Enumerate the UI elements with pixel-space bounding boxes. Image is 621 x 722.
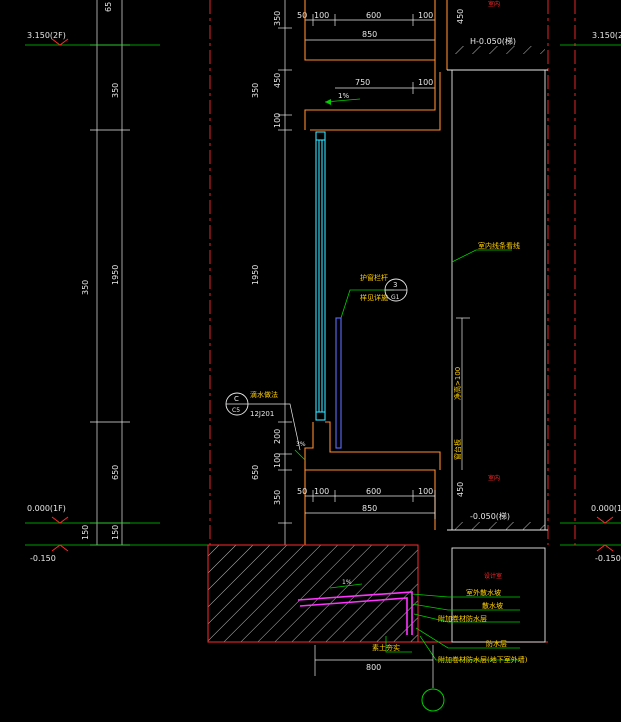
dim-650: 650 — [111, 465, 120, 480]
bubble-top-num: 3 — [393, 281, 397, 289]
dim-100-750: 100 — [418, 78, 433, 87]
level-markers-right: 3.150(2F 0.000(1 -0.150 — [560, 31, 621, 563]
dim-inner-650: 650 — [251, 465, 260, 480]
level-2f-right: 3.150(2F — [592, 31, 621, 40]
vert-label: 净高>100 — [453, 367, 462, 400]
dim-100-top: 100 — [314, 11, 329, 20]
vert-label-2: 窗台板 — [453, 439, 462, 460]
legend-6: 附加卷材防水层(地下室外墙) — [438, 655, 528, 664]
legend-leaders — [411, 593, 520, 661]
mid-red-label: 室内 — [488, 474, 500, 482]
below-label: 素土夯实 — [372, 643, 400, 652]
dim-inner-450: 450 — [273, 73, 282, 88]
dim-inner-350-c: 350 — [273, 490, 282, 505]
guardrail-label: 护窗栏杆 — [360, 273, 388, 282]
right-wall-leader: 室内线条看线 — [451, 241, 520, 263]
cad-drawing-canvas[interactable]: 65 350 350 1950 650 150 150 3.150(2F) 0.… — [0, 0, 621, 722]
dim-100r-bot: 100 — [418, 487, 433, 496]
dim-350-inner: 350 — [111, 83, 120, 98]
dim-850-bot: 850 — [362, 504, 377, 513]
dim-850-top: 850 — [362, 30, 377, 39]
dim-800: 800 — [366, 663, 381, 672]
dim-50-top: 50 — [297, 11, 307, 20]
guardrail — [335, 317, 342, 449]
level-ground-label: -0.150 — [30, 554, 56, 563]
floor-hatch-top: H-0.050(梯) 室内 — [452, 0, 545, 54]
legend-2: 散水坡 — [482, 601, 503, 610]
window-frame — [315, 131, 326, 421]
dim-450-top: 450 — [456, 9, 465, 24]
level-2f-label: 3.150(2F) — [27, 31, 66, 40]
dim-50-bot: 50 — [297, 487, 307, 496]
bubble-top-ref: G1 — [391, 294, 400, 301]
left-callout: C C5 滴水做法 12J201 — [225, 390, 301, 451]
slope-arrow-mid: 3% — [294, 441, 306, 461]
level-ground-right: -0.150 — [595, 554, 621, 563]
lower-sill-outline — [304, 421, 441, 545]
bubble-left-ref: C5 — [232, 407, 240, 414]
axis-lines — [209, 0, 576, 545]
top-red-label: 室内 — [488, 0, 500, 8]
legend-1: 室外散水坡 — [466, 588, 501, 597]
level-markers-left: 3.150(2F) 0.000(1F) -0.150 — [25, 31, 208, 563]
guardrail-callout: 护窗栏杆 样见详施 3 G1 — [340, 273, 408, 319]
dim-100-bot: 100 — [314, 487, 329, 496]
dim-inner-100-b: 100 — [273, 453, 282, 468]
dim-inner-100-a: 100 — [273, 113, 282, 128]
below-foundation: 素土夯实 800 — [314, 636, 445, 712]
dim-inner-350-top: 350 — [273, 11, 282, 26]
callout-left-label: 滴水做法 — [250, 390, 278, 399]
dim-450-bot: 450 — [456, 482, 465, 497]
level-1f-label: 0.000(1F) — [27, 504, 66, 513]
dim-1950: 1950 — [111, 265, 120, 285]
level-1f-right: 0.000(1 — [591, 504, 621, 513]
dim-100r-top: 100 — [418, 11, 433, 20]
slope-label-top: 1% — [338, 92, 349, 100]
slope-label-mid: 3% — [296, 441, 306, 448]
dim-600-bot: 600 — [366, 487, 381, 496]
dim-150-b: 150 — [111, 525, 120, 540]
left-dimension-chain — [90, 0, 130, 546]
legend-3: 附加卷材防水层 — [438, 614, 487, 623]
bubble-left-num: C — [234, 395, 239, 403]
dim-inner-1950: 1950 — [251, 265, 260, 285]
basement-label: 设计室 — [484, 572, 502, 580]
right-wall-label: 室内线条看线 — [478, 241, 520, 250]
dim-600-top: 600 — [366, 11, 381, 20]
guardrail-sub: 样见详施 — [360, 293, 388, 302]
slope-arrow-top: 1% — [324, 92, 361, 105]
h-bot-label: -0.050(梯) — [470, 511, 510, 521]
legend-5: 防水层 — [486, 639, 507, 648]
slope-label-bot: 1% — [342, 579, 352, 586]
floor-hatch-mid: -0.050(梯) 室内 — [452, 474, 545, 530]
dim-750: 750 — [355, 78, 370, 87]
dim-350-left: 350 — [81, 280, 90, 295]
callout-left-ref: 12J201 — [250, 410, 274, 418]
dim-150-a: 150 — [81, 525, 90, 540]
h-top-label: H-0.050(梯) — [470, 36, 516, 46]
dim-inner-200: 200 — [273, 429, 282, 444]
section-drawing: 65 350 350 1950 650 150 150 3.150(2F) 0.… — [25, 0, 621, 712]
dim-inner-350-b: 350 — [251, 83, 260, 98]
dim-65: 65 — [104, 2, 113, 12]
